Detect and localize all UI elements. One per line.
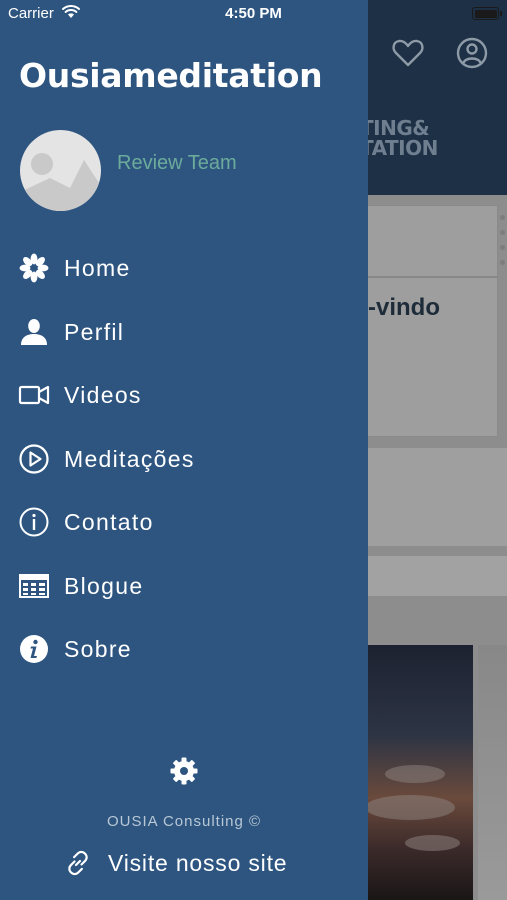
menu-item-home[interactable]: Home xyxy=(0,242,368,294)
background-band xyxy=(355,556,507,596)
menu-label: Perfil xyxy=(64,319,125,345)
person-icon xyxy=(18,316,50,348)
menu-label: Videos xyxy=(64,382,142,408)
copyright-text: OUSIA Consulting © xyxy=(106,813,262,830)
scroll-dots xyxy=(500,215,505,275)
menu-item-perfil[interactable]: Perfil xyxy=(0,306,368,358)
visit-site-label: Visite nosso site xyxy=(108,849,288,876)
menu-label: Blogue xyxy=(64,573,144,599)
status-bar: Carrier 4:50 PM xyxy=(0,0,507,28)
flower-icon xyxy=(18,252,50,284)
menu-item-sobre[interactable]: Sobre xyxy=(0,623,368,675)
avatar[interactable] xyxy=(20,130,101,211)
background-band xyxy=(355,448,507,546)
info-circle-icon xyxy=(18,506,50,538)
photo-thumbnail xyxy=(478,645,507,900)
menu-item-videos[interactable]: Videos xyxy=(0,369,368,421)
menu-label: Meditações xyxy=(64,446,195,472)
gear-icon[interactable] xyxy=(169,756,199,786)
user-name[interactable]: Review Team xyxy=(117,152,237,175)
menu-label: Contato xyxy=(64,509,154,535)
welcome-text: -vindo xyxy=(368,294,440,321)
video-camera-icon xyxy=(18,379,50,411)
visit-site-link[interactable]: Visite nosso site xyxy=(62,847,287,879)
card-divider xyxy=(355,276,498,278)
menu-label: Home xyxy=(64,255,131,281)
app-title: Ousiameditation xyxy=(19,56,323,95)
clock: 4:50 PM xyxy=(225,5,282,22)
menu-item-meditacoes[interactable]: Meditações xyxy=(0,433,368,485)
link-icon xyxy=(68,850,88,876)
battery-icon xyxy=(472,7,502,20)
table-icon xyxy=(18,570,50,602)
menu-item-blogue[interactable]: Blogue xyxy=(0,560,368,612)
heart-icon[interactable] xyxy=(391,36,425,70)
background-logo: TING& TATION xyxy=(360,116,438,160)
menu-item-contato[interactable]: Contato xyxy=(0,496,368,548)
info-filled-icon xyxy=(18,633,50,665)
account-icon[interactable] xyxy=(455,36,489,70)
play-circle-icon xyxy=(18,443,50,475)
image-placeholder-icon xyxy=(20,153,101,211)
sunset-photo xyxy=(355,645,473,900)
navigation-drawer: Ousiameditation Review Team Home Perfil … xyxy=(0,0,368,900)
menu-label: Sobre xyxy=(64,636,132,662)
